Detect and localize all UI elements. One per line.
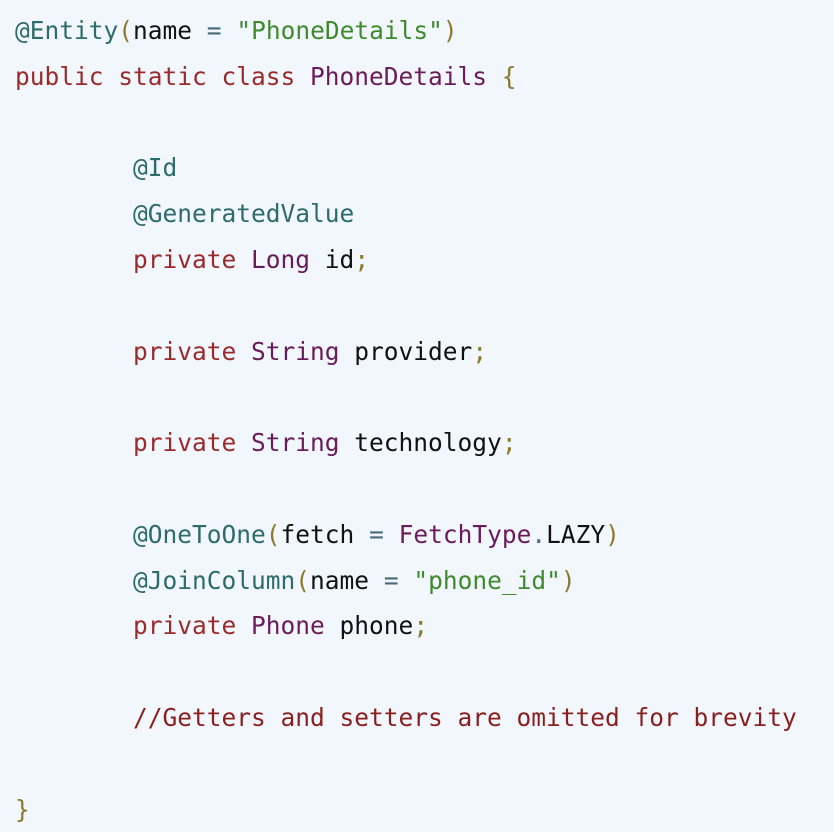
code-token: ) — [442, 16, 458, 45]
code-line: @OneToOne(fetch = FetchType.LAZY) — [15, 512, 834, 558]
code-token: @GeneratedValue — [133, 199, 355, 229]
code-line: @Entity(name = "PhoneDetails") — [15, 8, 834, 54]
code-token: ( — [295, 565, 311, 595]
code-token: = — [354, 519, 399, 549]
code-token: ) — [560, 565, 576, 595]
code-token: @JoinColumn — [133, 565, 296, 595]
code-token: = — [369, 565, 414, 595]
code-token: phone — [324, 611, 414, 641]
code-token: fetch — [280, 519, 355, 549]
code-line: private Phone phone; — [15, 603, 834, 649]
code-token: @Entity — [15, 16, 119, 45]
code-token: @Id — [133, 153, 178, 183]
code-line: @GeneratedValue — [15, 191, 834, 237]
code-token: Long — [251, 244, 311, 274]
code-token: id — [310, 244, 355, 274]
code-token: } — [15, 794, 30, 824]
code-line: } — [15, 787, 834, 832]
code-token: //Getters and setters are omitted for br… — [133, 702, 797, 732]
code-token: name — [310, 565, 370, 595]
code-token: public static class — [15, 61, 311, 91]
code-block: @Entity(name = "PhoneDetails") public sta… — [0, 0, 834, 832]
code-token: ; — [472, 336, 488, 366]
code-token: name — [133, 16, 193, 45]
code-token: FetchType — [398, 519, 532, 549]
code-token: private — [133, 244, 252, 274]
code-token: Phone — [251, 611, 325, 641]
code-token: private — [133, 336, 252, 366]
code-token: @OneToOne — [133, 519, 266, 549]
code-token: private — [133, 611, 252, 641]
code-token: private — [133, 428, 252, 458]
code-token: LAZY — [546, 519, 606, 549]
code-line: private Long id; — [15, 237, 834, 283]
code-token: = — [192, 16, 237, 45]
code-token: { — [501, 61, 517, 91]
code-token: ; — [354, 244, 370, 274]
code-line: private String technology; — [15, 420, 834, 466]
code-line: //Getters and setters are omitted for br… — [15, 695, 834, 741]
code-token: ( — [265, 519, 281, 549]
code-token: provider — [339, 336, 473, 366]
code-token: String — [251, 336, 340, 366]
code-token: ; — [413, 611, 429, 641]
code-token: technology — [339, 428, 502, 458]
code-token: . — [531, 519, 547, 549]
code-token: "phone_id" — [413, 565, 561, 595]
code-line: @JoinColumn(name = "phone_id") — [15, 558, 834, 604]
code-line: private String provider; — [15, 329, 834, 375]
code-token: String — [251, 428, 340, 458]
code-line: public static class PhoneDetails { — [15, 54, 834, 100]
code-token: ( — [118, 16, 134, 45]
code-line: @Id — [15, 145, 834, 191]
code-token: PhoneDetails — [310, 61, 488, 91]
code-token: ) — [605, 519, 620, 549]
code-token: ; — [501, 428, 517, 458]
code-token: "PhoneDetails" — [236, 16, 443, 45]
